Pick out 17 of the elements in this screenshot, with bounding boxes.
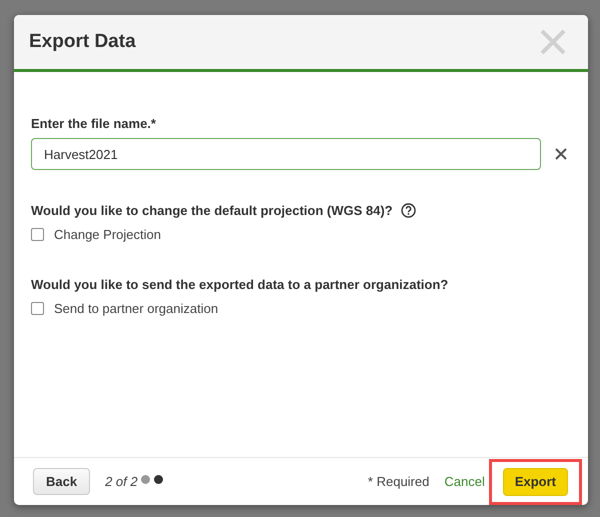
export-button[interactable]: Export — [502, 468, 568, 496]
file-name-field[interactable]: Harvest2021 — [31, 138, 541, 170]
question-text: Would you like to change the default projection (WGS 84)? — [31, 203, 393, 218]
checkbox-label: Change Projection — [54, 227, 161, 242]
checkbox-label: Send to partner organization — [54, 301, 218, 316]
checkbox[interactable] — [31, 302, 44, 315]
dialog-title: Export Data — [29, 31, 136, 53]
cancel-link[interactable]: Cancel — [444, 474, 485, 489]
help-icon[interactable] — [400, 203, 416, 218]
back-button[interactable]: Back — [33, 468, 90, 495]
field-label: Enter the file name.* — [31, 116, 157, 131]
clear-icon — [555, 148, 567, 160]
question-text: Would you like to send the exported data to a partner organization? — [31, 277, 448, 292]
close-icon — [540, 29, 566, 55]
step-counter: 2 of 2 — [105, 474, 138, 489]
checkbox[interactable] — [31, 228, 44, 241]
required-note: * Required — [368, 474, 430, 489]
